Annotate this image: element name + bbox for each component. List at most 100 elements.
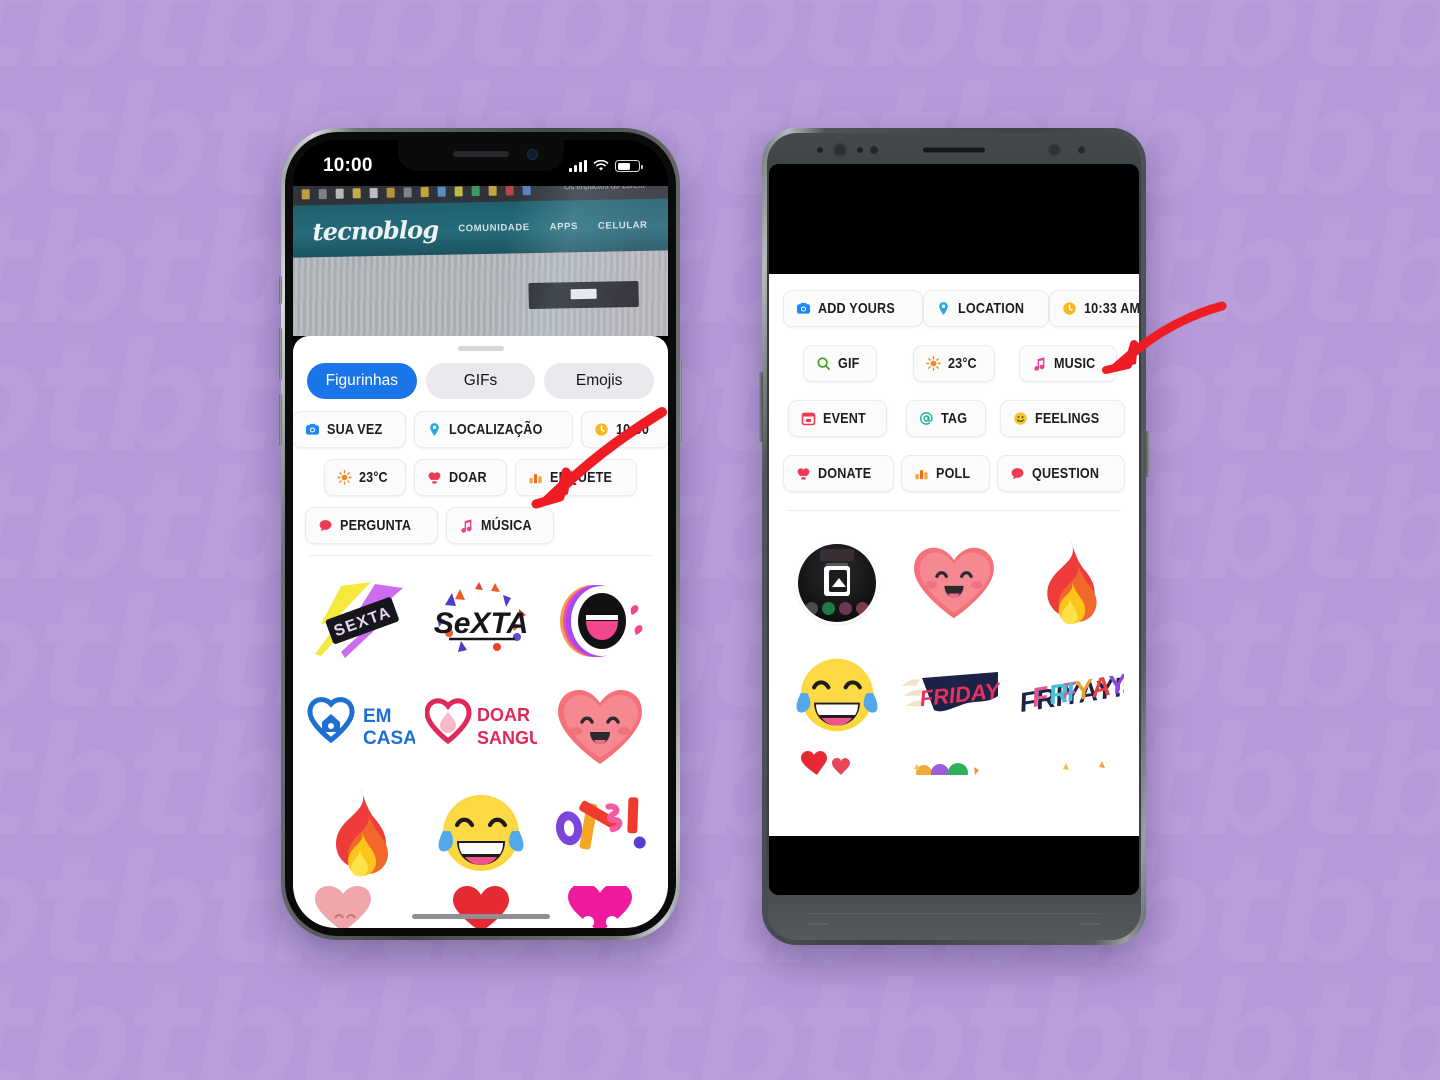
sticker-button-time[interactable]: 10:33 AM — [1049, 290, 1139, 327]
clock-icon — [594, 422, 609, 437]
sticker-em-casa[interactable]: EM CASA — [301, 674, 421, 780]
proximity-sensor-icon — [817, 146, 823, 153]
ios-sticker-gallery: SEXTA SeXTA EM CASA DOAR SANGU — [293, 556, 668, 928]
sticker-friday-flag[interactable]: FRIDAY — [896, 639, 1013, 751]
speech-bubble-icon — [1010, 466, 1025, 481]
sticker-button-label: 23°C — [947, 355, 977, 372]
sticker-hearts-partial[interactable] — [779, 751, 896, 775]
sticker-button-event[interactable]: EVENT — [787, 400, 887, 437]
sticker-button-doar[interactable]: DOAR — [414, 459, 508, 496]
sticker-photo-thumbnail[interactable] — [779, 527, 896, 639]
sticker-pink-hearts-partial[interactable] — [301, 886, 421, 928]
android-sticker-gallery: FRIDAY FRIYAY! F FRIYAY! F R I Y A Y ! — [769, 511, 1139, 775]
sticker-button-time[interactable]: 10:00 — [581, 411, 668, 448]
sticker-gallery-row: FRIDAY FRIYAY! F FRIYAY! F R I Y A Y ! — [779, 639, 1129, 751]
sun-icon — [337, 470, 352, 485]
sticker-joy-face[interactable] — [421, 780, 541, 886]
donate-heart-icon — [796, 466, 811, 481]
bottom-letterbox — [769, 836, 1139, 895]
tab-figurinhas[interactable]: Figurinhas — [307, 363, 417, 399]
sticker-open-mouth-rainbow[interactable] — [540, 568, 660, 674]
page-background: tbtbtbtbtbtbtbtbtbtbtbtbtbtbtbtbtbtbtbtb… — [0, 0, 1440, 1080]
android-power-button[interactable] — [1145, 431, 1149, 477]
camera-icon — [796, 301, 811, 316]
sticker-gallery-row: EM CASA DOAR SANGUE — [301, 674, 660, 780]
sticker-sexta-lightning[interactable]: SEXTA — [301, 568, 421, 674]
sticker-button-temperature[interactable]: 23°C — [323, 459, 407, 496]
sticker-button-gif[interactable]: GIF — [803, 345, 877, 382]
sticker-friyay[interactable]: FRIYAY! F FRIYAY! F R I Y A Y ! — [1012, 639, 1129, 751]
tab-emojis[interactable]: Emojis — [544, 363, 655, 399]
sticker-button-label: DONATE — [818, 465, 872, 482]
iphone-device-mockup: Os impactos do Lorem tecnoblog COMUNIDAD… — [279, 128, 682, 940]
sticker-button-add-yours[interactable]: ADD YOURS — [783, 290, 923, 327]
sticker-magenta-heart-partial[interactable] — [540, 886, 660, 928]
sticker-button-label: SUA VEZ — [327, 421, 383, 438]
sticker-button-music[interactable]: MUSIC — [1019, 345, 1117, 382]
svg-text:EM: EM — [363, 706, 392, 727]
sticker-button-pergunta[interactable]: PERGUNTA — [305, 507, 438, 544]
sticker-button-row-3: EVENT TAG FEELINGS — [783, 400, 1126, 437]
sticker-gallery-row — [301, 780, 660, 886]
location-pin-icon — [427, 422, 442, 437]
sticker-button-feelings[interactable]: FEELINGS — [1000, 400, 1126, 437]
sticker-tab-bar: Figurinhas GIFs Emojis — [293, 351, 668, 399]
sticker-oxe[interactable] — [540, 780, 660, 886]
battery-icon — [615, 160, 643, 172]
iphone-power-button[interactable] — [679, 358, 682, 444]
sticker-button-label: ADD YOURS — [818, 300, 895, 317]
sticker-button-musica[interactable]: MÚSICA — [445, 507, 555, 544]
sticker-button-label: 10:00 — [616, 421, 650, 438]
iphone-volume-up-button[interactable] — [279, 328, 282, 380]
android-sticker-button-grid: ADD YOURS LOCATION 10:33 AM GIF 23°C MUS… — [769, 274, 1139, 492]
iphone-notch — [397, 140, 564, 171]
sticker-button-row-3: PERGUNTA MÚSICA — [305, 507, 656, 544]
sticker-smiling-heart[interactable] — [540, 674, 660, 780]
sticker-tray-sheet: Figurinhas GIFs Emojis SUA VEZ LOCALIZAÇ… — [293, 336, 668, 928]
android-screen: ADD YOURS LOCATION 10:33 AM GIF 23°C MUS… — [769, 164, 1139, 895]
music-note-icon — [1032, 356, 1047, 371]
search-icon — [816, 356, 831, 371]
android-device-mockup: ADD YOURS LOCATION 10:33 AM GIF 23°C MUS… — [759, 128, 1149, 945]
sticker-smiling-heart[interactable] — [896, 527, 1013, 639]
sticker-button-label: GIF — [838, 355, 860, 372]
top-letterbox — [769, 164, 1139, 274]
sticker-button-label: EVENT — [822, 410, 866, 427]
svg-text:CASA: CASA — [363, 728, 415, 749]
sticker-button-label: PERGUNTA — [340, 517, 412, 534]
sticker-button-temperature[interactable]: 23°C — [912, 345, 996, 382]
speaker-grille-right — [1079, 923, 1101, 925]
iphone-screen: Os impactos do Lorem tecnoblog COMUNIDAD… — [293, 140, 668, 928]
android-volume-button[interactable] — [759, 372, 763, 442]
sticker-button-poll[interactable]: POLL — [901, 455, 991, 492]
sticker-confetti-partial[interactable] — [896, 751, 1013, 775]
home-indicator[interactable] — [411, 914, 550, 919]
sticker-button-label: MÚSICA — [480, 517, 532, 534]
sticker-gallery-partial-row — [779, 751, 1129, 775]
sticker-sexta-confetti[interactable]: SeXTA — [421, 568, 541, 674]
sticker-button-label: ENQUETE — [550, 469, 613, 486]
sticker-doar-sangue[interactable]: DOAR SANGUE — [421, 674, 541, 780]
sticker-button-enquete[interactable]: ENQUETE — [515, 459, 638, 496]
tab-gifs[interactable]: GIFs — [425, 363, 536, 399]
sticker-fire[interactable] — [1012, 527, 1129, 639]
sticker-joy-face[interactable] — [779, 639, 896, 751]
status-time: 10:00 — [323, 155, 373, 176]
earpiece-speaker — [923, 147, 985, 152]
sticker-fire[interactable] — [301, 780, 421, 886]
iphone-silent-switch[interactable] — [279, 276, 282, 304]
sticker-button-sua-vez[interactable]: SUA VEZ — [293, 411, 407, 448]
screen-glare — [293, 186, 668, 336]
sticker-button-donate[interactable]: DONATE — [783, 455, 895, 492]
sticker-gallery-row: SEXTA SeXTA — [301, 568, 660, 674]
poll-bars-icon — [914, 466, 929, 481]
sticker-sparkle-partial[interactable] — [1012, 751, 1129, 775]
sticker-button-tag[interactable]: TAG — [906, 400, 986, 437]
sticker-button-localizacao[interactable]: LOCALIZAÇÃO — [414, 411, 574, 448]
sticker-button-location[interactable]: LOCATION — [922, 290, 1050, 327]
sticker-red-heart-partial[interactable] — [421, 886, 541, 928]
iphone-volume-down-button[interactable] — [279, 394, 282, 446]
sticker-button-question[interactable]: QUESTION — [997, 455, 1125, 492]
iris-sensor-icon — [870, 145, 878, 154]
smiley-face-icon — [1013, 411, 1028, 426]
